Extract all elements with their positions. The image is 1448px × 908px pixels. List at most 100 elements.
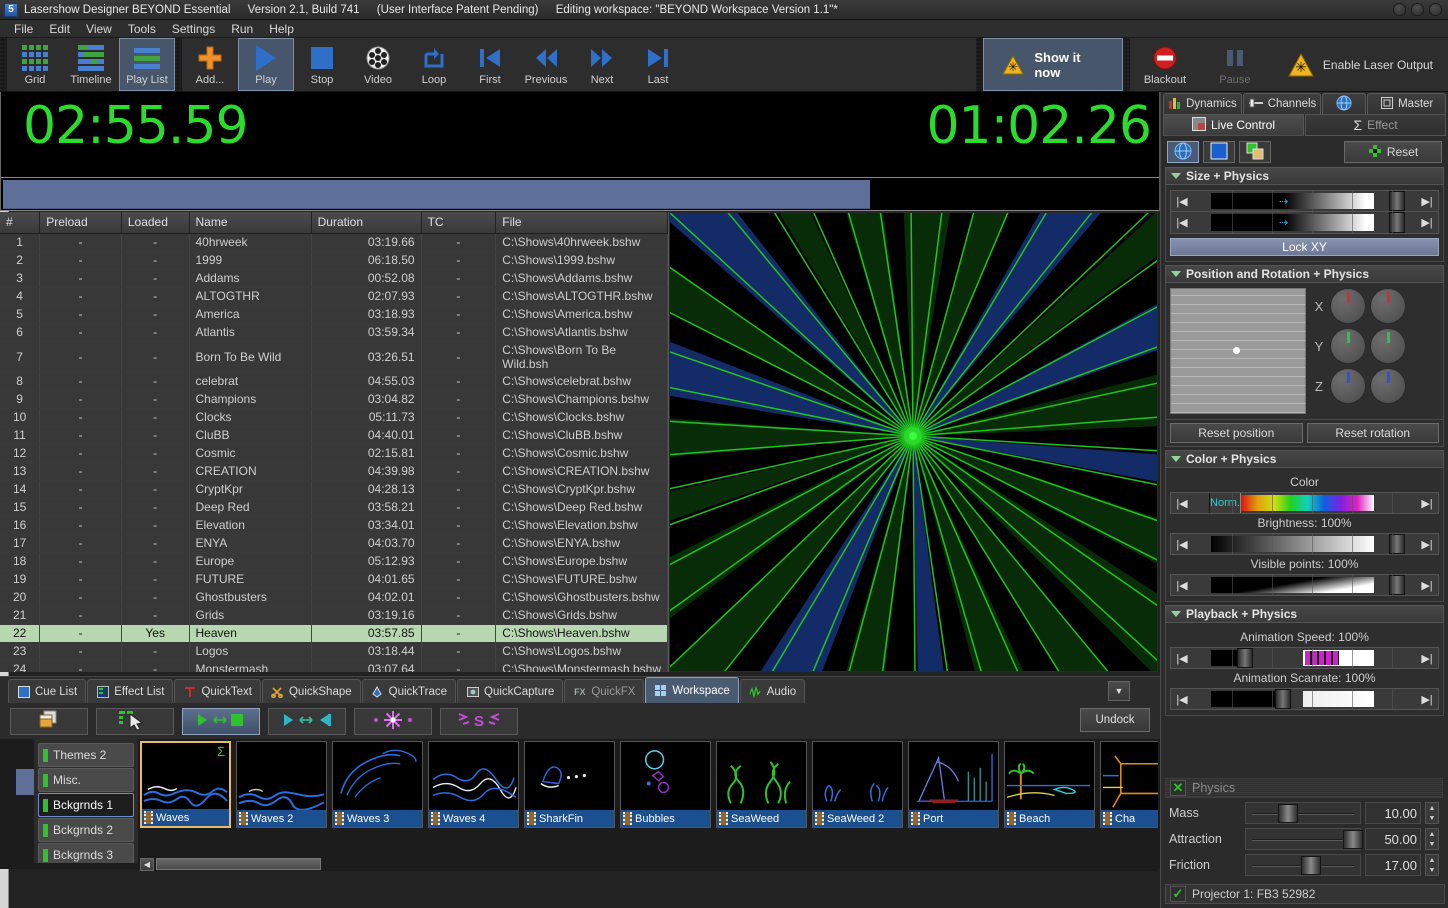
workspace-tree-scrollbar[interactable] xyxy=(16,769,34,795)
workspace-thumbnail[interactable]: Waves 4 xyxy=(428,741,519,828)
workspace-tree-item[interactable]: Bckgrnds 2 xyxy=(38,818,134,842)
tab-effect[interactable]: Σ Effect xyxy=(1305,114,1446,136)
workspace-thumbnail[interactable]: Waves 2 xyxy=(236,741,327,828)
right-panel-sub-tabs[interactable]: Live Control Σ Effect xyxy=(1161,114,1448,136)
workspace-thumbnail[interactable]: Port xyxy=(908,741,999,828)
table-row[interactable]: 16--Elevation03:34.01-C:\Shows\Elevation… xyxy=(0,516,668,534)
slider-start-icon[interactable]: |◀ xyxy=(1171,648,1193,668)
slider-end-icon[interactable]: ▶| xyxy=(1416,534,1438,554)
slider-end-icon[interactable]: ▶| xyxy=(1416,575,1438,595)
knob-rotation-y[interactable] xyxy=(1370,328,1406,364)
workspace-thumbnail[interactable]: Bubbles xyxy=(620,741,711,828)
menu-bar[interactable]: File Edit View Tools Settings Run Help xyxy=(0,20,1448,38)
knob-position-y[interactable] xyxy=(1330,328,1366,364)
workspace-thumbnail[interactable]: Beach xyxy=(1004,741,1095,828)
table-row[interactable]: 3--Addams00:52.08-C:\Shows\Addams.bshw xyxy=(0,269,668,287)
workspace-button-copy-pages[interactable] xyxy=(10,708,88,735)
scroll-thumb[interactable] xyxy=(156,858,321,870)
table-row[interactable]: 17--ENYA04:03.70-C:\Shows\ENYA.bshw xyxy=(0,534,668,552)
toolbar-grip-2[interactable] xyxy=(175,38,182,91)
slider-end-icon[interactable]: ▶| xyxy=(1416,212,1438,233)
table-row[interactable]: 9--Champions03:04.82-C:\Shows\Champions.… xyxy=(0,390,668,408)
slider-knob[interactable] xyxy=(1301,856,1321,875)
position-xy-pad[interactable] xyxy=(1170,288,1306,414)
workspace-button-select[interactable] xyxy=(96,708,174,735)
workspace-thumbnail[interactable]: SharkFin xyxy=(524,741,615,828)
minimize-button[interactable] xyxy=(1393,3,1406,16)
slider-track[interactable] xyxy=(1193,689,1416,709)
menu-view[interactable]: View xyxy=(78,21,120,37)
playlist-body[interactable]: 1--40hrweek03:19.66-C:\Shows\40hrweek.bs… xyxy=(0,233,668,672)
toolbar-button-next[interactable]: Next xyxy=(574,38,630,91)
toolbar-grip-4[interactable] xyxy=(1123,38,1130,91)
physics-section-header[interactable]: ✕ Physics xyxy=(1165,778,1443,798)
table-row[interactable]: 6--Atlantis03:59.34-C:\Shows\Atlantis.bs… xyxy=(0,323,668,341)
workspace-tree-item[interactable]: Bckgrnds 1 xyxy=(38,793,134,817)
pause-button[interactable]: Pause xyxy=(1200,38,1270,91)
slider-start-icon[interactable]: |◀ xyxy=(1171,191,1193,211)
chevron-down-icon[interactable]: ▼ xyxy=(1108,681,1130,701)
column-header-number[interactable]: # xyxy=(0,212,40,233)
slider-track[interactable] xyxy=(1193,534,1416,554)
blackout-button[interactable]: Blackout xyxy=(1130,38,1200,91)
group-header-color-physics[interactable]: Color + Physics xyxy=(1165,450,1444,468)
table-row[interactable]: 1--40hrweek03:19.66-C:\Shows\40hrweek.bs… xyxy=(0,233,668,251)
playlist-table[interactable]: # Preload Loaded Name Duration TC File 1… xyxy=(0,212,669,672)
toolbar-button-play[interactable]: Play xyxy=(238,38,294,91)
reset-rotation-button[interactable]: Reset rotation xyxy=(1307,423,1440,443)
right-panel-top-tabs[interactable]: Dynamics Channels Master xyxy=(1161,92,1448,114)
slider-start-icon[interactable]: |◀ xyxy=(1171,689,1193,709)
lock-xy-button[interactable]: Lock XY xyxy=(1170,238,1439,256)
toolbar-button-grid[interactable]: Grid xyxy=(7,38,63,91)
table-row[interactable]: 13--CREATION04:39.98-C:\Shows\CREATION.b… xyxy=(0,462,668,480)
toolbar-button-first[interactable]: First xyxy=(462,38,518,91)
slider-start-icon[interactable]: |◀ xyxy=(1171,575,1193,595)
tab-audio[interactable]: Audio xyxy=(740,679,805,703)
knob-rotation-z[interactable] xyxy=(1370,368,1406,404)
attraction-slider[interactable] xyxy=(1245,828,1361,850)
tab-quicktext[interactable]: QuickText xyxy=(174,679,261,703)
size-y-slider[interactable]: |◀ ⇢ ▶| xyxy=(1170,212,1439,234)
column-header-file[interactable]: File xyxy=(496,212,668,233)
reset-position-button[interactable]: Reset position xyxy=(1170,423,1303,443)
table-row[interactable]: 11--CluBB04:40.01-C:\Shows\CluBB.bshw xyxy=(0,426,668,444)
group-header-size-physics[interactable]: Size + Physics xyxy=(1165,167,1444,185)
bottom-tab-bar[interactable]: Cue List Effect List QuickText QuickShap… xyxy=(0,676,1160,703)
scroll-left-icon[interactable]: ◀ xyxy=(140,858,154,871)
table-row[interactable]: 23--Logos03:18.44-C:\Shows\Logos.bshw xyxy=(0,642,668,660)
workspace-tree-item[interactable]: Bckgrnds 3 xyxy=(38,843,134,863)
physics-value-mass[interactable]: 10.00 xyxy=(1365,802,1421,824)
column-header-tc[interactable]: TC xyxy=(421,212,496,233)
tab-quickshape[interactable]: QuickShape xyxy=(262,679,361,703)
undock-button[interactable]: Undock xyxy=(1080,708,1150,732)
toolbar-grip[interactable] xyxy=(0,38,7,91)
table-row[interactable]: 22-YesHeaven03:57.85-C:\Shows\Heaven.bsh… xyxy=(0,624,668,642)
workspace-thumbnail[interactable]: SeaWeed 2 xyxy=(812,741,903,828)
show-it-now-button[interactable]: ✳ Show it now xyxy=(983,38,1123,91)
column-header-duration[interactable]: Duration xyxy=(311,212,421,233)
column-header-loaded[interactable]: Loaded xyxy=(121,212,189,233)
mode-button-layers[interactable] xyxy=(1239,141,1271,163)
table-row[interactable]: 19--FUTURE04:01.65-C:\Shows\FUTURE.bshw xyxy=(0,570,668,588)
brightness-slider[interactable]: |◀ ▶| xyxy=(1170,533,1439,555)
mode-button-globe[interactable] xyxy=(1167,141,1199,163)
menu-settings[interactable]: Settings xyxy=(164,21,223,37)
tab-globe[interactable] xyxy=(1322,93,1366,114)
workspace-button-flash-burst[interactable] xyxy=(354,708,432,735)
mass-slider[interactable] xyxy=(1245,802,1361,824)
slider-track[interactable]: Norm. xyxy=(1193,493,1416,513)
table-row[interactable]: 20--Ghostbusters04:02.01-C:\Shows\Ghostb… xyxy=(0,588,668,606)
color-slider[interactable]: |◀ Norm. ▶| xyxy=(1170,492,1439,514)
animation-speed-slider[interactable]: |◀ ▶| xyxy=(1170,647,1439,669)
knob-position-x[interactable] xyxy=(1330,288,1366,324)
toolbar-grip-3[interactable] xyxy=(976,38,983,91)
window-controls[interactable] xyxy=(1393,3,1442,16)
maximize-button[interactable] xyxy=(1411,3,1424,16)
friction-stepper[interactable]: ▲▼ xyxy=(1425,854,1439,876)
toolbar-button-previous[interactable]: Previous xyxy=(518,38,574,91)
tab-quickfx[interactable]: FX QuickFX xyxy=(564,679,644,703)
knob-position-z[interactable] xyxy=(1330,368,1366,404)
laser-beam-preview[interactable] xyxy=(669,212,1158,672)
menu-run[interactable]: Run xyxy=(223,21,261,37)
slider-start-icon[interactable]: |◀ xyxy=(1171,534,1193,554)
